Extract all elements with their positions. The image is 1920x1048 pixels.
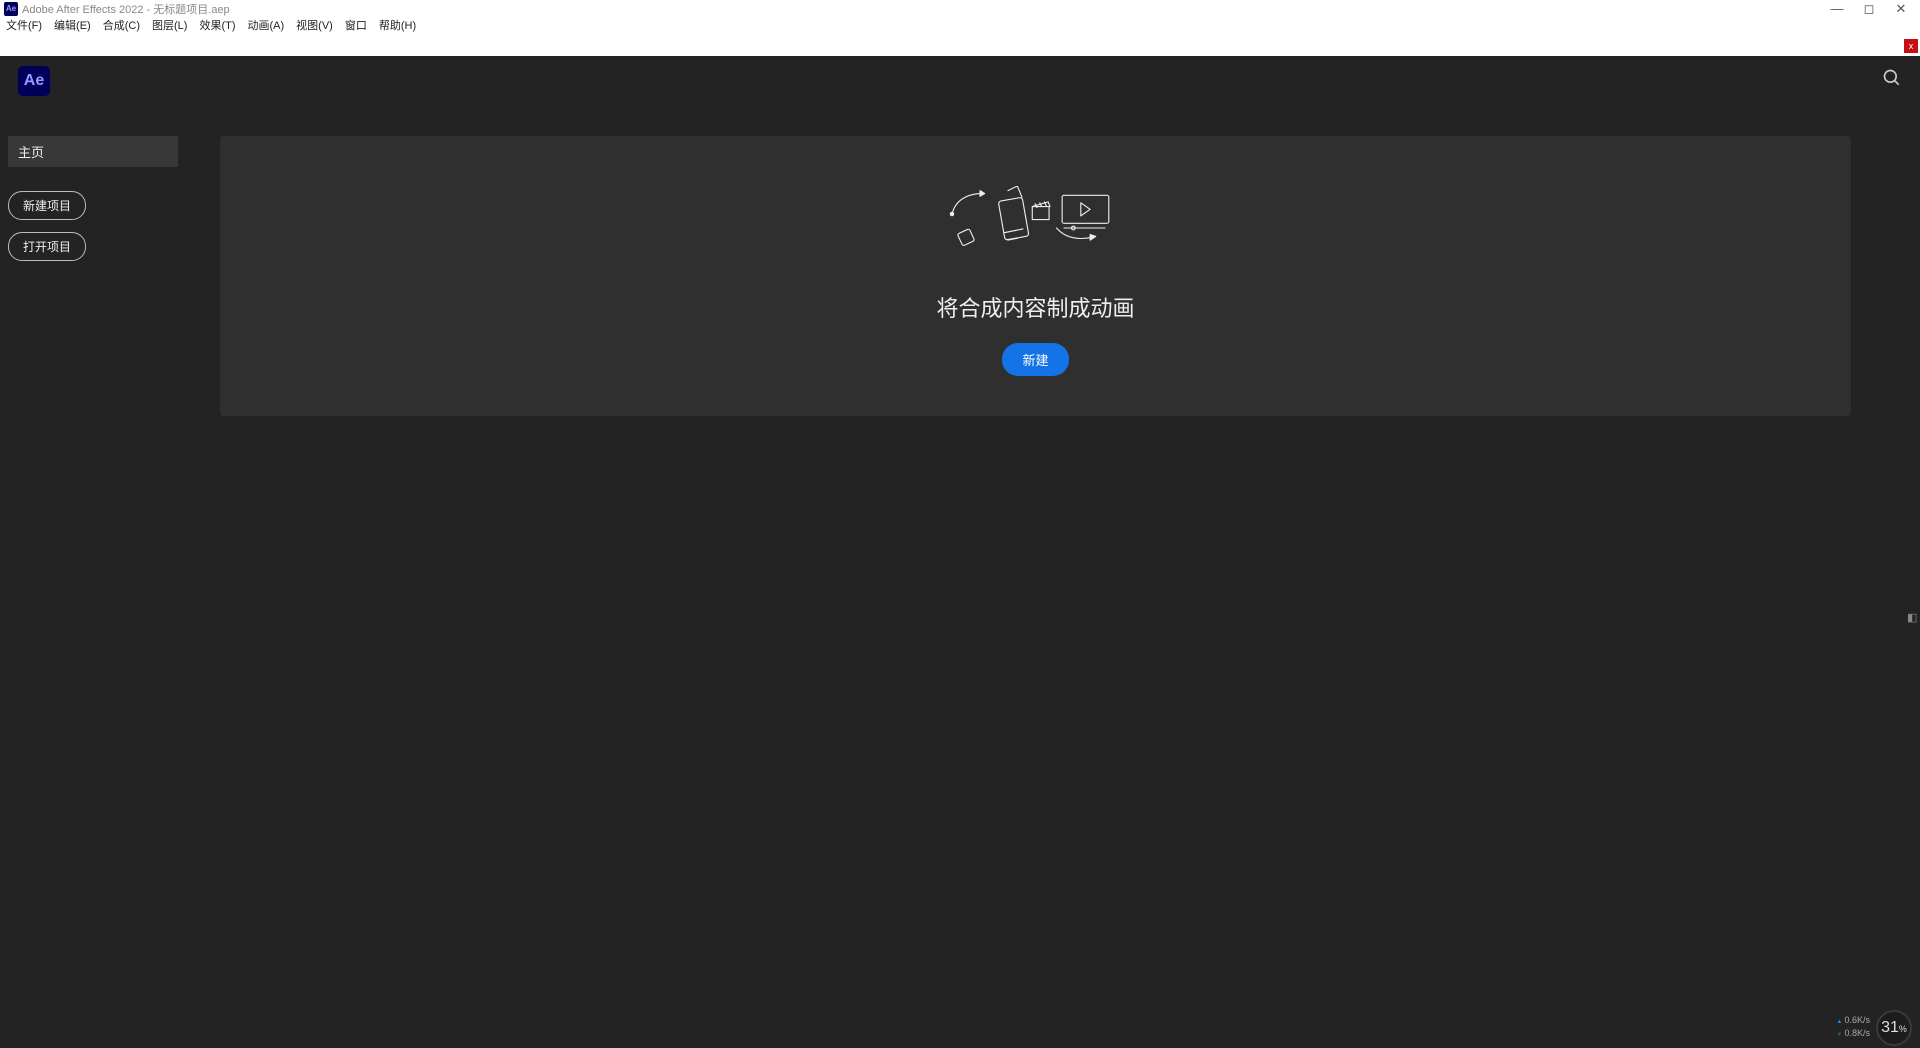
app-header: Ae <box>0 56 1920 106</box>
menu-window[interactable]: 窗口 <box>345 17 367 33</box>
ae-logo: Ae <box>18 66 50 96</box>
strip-close-button[interactable]: x <box>1904 39 1918 53</box>
info-strip: x <box>0 33 1920 56</box>
sidebar: 主页 新建项目 打开项目 <box>0 136 220 436</box>
main-panel: 将合成内容制成动画 新建 <box>220 136 1851 436</box>
minimize-button[interactable]: — <box>1830 2 1844 16</box>
close-button[interactable]: ✕ <box>1894 2 1908 16</box>
new-project-button[interactable]: 新建项目 <box>8 191 86 220</box>
menu-animation[interactable]: 动画(A) <box>248 17 285 33</box>
net-up-speed: 0.6K/s <box>1837 1015 1870 1028</box>
window-title: Adobe After Effects 2022 - 无标题项目.aep <box>22 1 230 17</box>
app-body: Ae 主页 新建项目 打开项目 <box>0 56 1920 1048</box>
menu-file[interactable]: 文件(F) <box>6 17 42 33</box>
maximize-button[interactable]: ◻ <box>1862 2 1876 16</box>
window-titlebar: Ae Adobe After Effects 2022 - 无标题项目.aep … <box>0 0 1920 17</box>
sidebar-tab-home[interactable]: 主页 <box>8 136 178 167</box>
search-icon[interactable] <box>1882 68 1902 94</box>
usage-circle[interactable]: 31 % <box>1876 1010 1912 1046</box>
menu-view[interactable]: 视图(V) <box>296 17 333 33</box>
menu-layer[interactable]: 图层(L) <box>152 17 187 33</box>
hero-card: 将合成内容制成动画 新建 <box>220 136 1851 416</box>
hero-illustration-icon <box>260 186 1811 261</box>
net-down-speed: 0.8K/s <box>1837 1028 1870 1041</box>
usage-percent-symbol: % <box>1899 1024 1907 1034</box>
network-widget: 0.6K/s 0.8K/s 31 % <box>1837 1010 1912 1046</box>
open-project-button[interactable]: 打开项目 <box>8 232 86 261</box>
app-icon: Ae <box>4 2 18 16</box>
menu-bar: 文件(F) 编辑(E) 合成(C) 图层(L) 效果(T) 动画(A) 视图(V… <box>0 17 1920 33</box>
hero-title: 将合成内容制成动画 <box>260 291 1811 323</box>
right-edge <box>1906 136 1920 436</box>
menu-composition[interactable]: 合成(C) <box>103 17 140 33</box>
hero-new-button[interactable]: 新建 <box>1002 343 1068 376</box>
menu-effect[interactable]: 效果(T) <box>199 17 235 33</box>
panel-toggle-icon[interactable]: ◧ <box>1907 611 1919 623</box>
menu-help[interactable]: 帮助(H) <box>379 17 416 33</box>
menu-edit[interactable]: 编辑(E) <box>54 17 91 33</box>
usage-percent: 31 <box>1881 1019 1899 1037</box>
